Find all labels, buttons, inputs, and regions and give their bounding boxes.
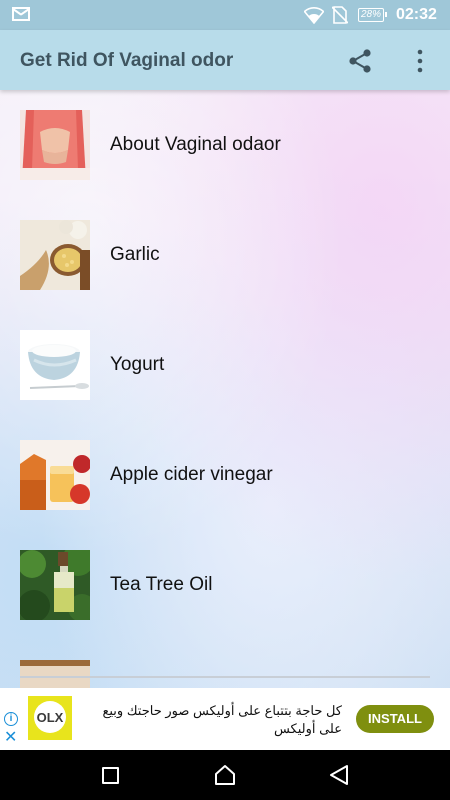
list-item-about[interactable]: About Vaginal odaor [0, 90, 450, 200]
list-item-tea-tree-oil[interactable]: Tea Tree Oil [0, 530, 450, 640]
olx-logo: OLX [28, 696, 72, 740]
install-button[interactable]: INSTALL [356, 705, 434, 733]
list-item-label: About Vaginal odaor [110, 134, 281, 155]
status-bar: 28% 02:32 [0, 0, 450, 30]
remedy-list: About Vaginal odaor Garlic Yogurt Apple … [0, 90, 450, 688]
home-icon[interactable] [214, 764, 236, 786]
recent-apps-icon[interactable] [102, 767, 119, 784]
list-item-garlic[interactable]: Garlic [0, 200, 450, 310]
list-item-label: Apple cider vinegar [110, 464, 273, 485]
app-bar: Get Rid Of Vaginal odor [0, 30, 450, 90]
ad-info-icon[interactable]: i [4, 712, 18, 726]
battery-indicator: 28% [358, 8, 387, 22]
status-clock: 02:32 [396, 6, 437, 23]
tea-tree-oil-image [20, 550, 90, 620]
list-item-apple-cider-vinegar[interactable]: Apple cider vinegar [0, 420, 450, 530]
list-divider [20, 676, 430, 678]
share-icon[interactable] [346, 47, 374, 75]
partial-item-image [20, 660, 90, 688]
garlic-ginger-image [20, 220, 90, 290]
more-vert-icon[interactable] [408, 47, 432, 75]
woman-red-dress-image [20, 110, 90, 180]
list-item-label: Tea Tree Oil [110, 574, 213, 595]
list-item-partial[interactable] [0, 640, 450, 688]
page-title: Get Rid Of Vaginal odor [20, 50, 234, 71]
no-sim-icon [332, 6, 348, 24]
gmail-notification-icon [12, 7, 30, 21]
ad-text: كل حاجة بتتباع على أوليكس صور حاجتك وبيع… [102, 703, 342, 736]
ad-banner[interactable]: i ✕ OLX كل حاجة بتتباع على أوليكس صور حا… [0, 688, 450, 750]
svg-text:OLX: OLX [37, 710, 64, 725]
apple-cider-vinegar-image [20, 440, 90, 510]
list-item-yogurt[interactable]: Yogurt [0, 310, 450, 420]
wifi-icon [304, 7, 324, 24]
ad-close-icon[interactable]: ✕ [4, 730, 17, 746]
navigation-bar [0, 750, 450, 800]
list-item-label: Garlic [110, 244, 160, 265]
list-item-label: Yogurt [110, 354, 165, 375]
back-icon[interactable] [328, 764, 350, 786]
yogurt-bowl-image [20, 330, 90, 400]
